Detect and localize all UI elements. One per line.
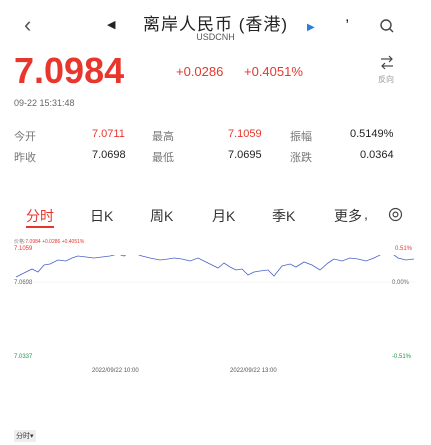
stat-value-high: 7.1059 (228, 128, 262, 140)
swap-icon[interactable] (380, 55, 394, 71)
price-line (15, 255, 415, 278)
time-axis-right: 2022/09/22 13:00 (230, 368, 277, 374)
price-change: +0.0286 (176, 64, 224, 79)
chart-legend: 价格:7.0984 +0.0286 +0.4051% (14, 238, 84, 245)
stat-label-amplitude: 振幅 (290, 131, 312, 143)
stat-label-open: 今开 (14, 131, 36, 143)
tab-monthly-k[interactable]: 月K (212, 206, 235, 226)
stat-value-prev-close: 7.0698 (92, 149, 126, 161)
intraday-price-chart[interactable] (14, 255, 416, 355)
price-change-pct: +0.4051% (244, 64, 303, 79)
stat-value-amplitude: 0.5149% (350, 128, 394, 140)
current-price: 7.0984 (14, 50, 125, 91)
tab-intraday[interactable]: 分时 (26, 206, 54, 226)
stat-label-low: 最低 (152, 152, 174, 164)
search-icon[interactable] (379, 18, 395, 34)
legend-change: +0.0286 (42, 239, 61, 245)
stat-label-prev-close: 昨收 (14, 152, 36, 164)
timestamp: 09-22 15:31:48 (14, 98, 75, 108)
tab-more[interactable]: 更多 (334, 206, 362, 226)
tab-quarterly-k[interactable]: 季K (272, 206, 295, 226)
active-tab-indicator (26, 226, 54, 228)
tab-daily-k[interactable]: 日K (90, 206, 113, 226)
swap-label[interactable]: 反向 (378, 74, 394, 85)
legend-pct: +0.4051% (61, 239, 85, 245)
tab-weekly-k[interactable]: 周K (150, 206, 173, 226)
title-suffix: , (345, 8, 350, 25)
stat-value-low: 7.0695 (228, 149, 262, 161)
stat-value-change: 0.0364 (360, 149, 394, 161)
stat-label-change: 涨跌 (290, 152, 312, 164)
instrument-code: USDCNH (196, 32, 235, 42)
period-selector[interactable]: 分时▾ (14, 430, 36, 442)
settings-icon[interactable] (388, 207, 403, 222)
tabs-suffix: , (364, 206, 368, 222)
pct-axis-top: 0.51% (395, 246, 413, 252)
stat-label-high: 最高 (152, 131, 174, 143)
time-axis-left: 2022/09/22 10:00 (92, 368, 139, 374)
legend-name: 价格: (14, 239, 26, 245)
y-axis-top: 7.1059 (14, 246, 33, 252)
stat-value-open: 7.0711 (92, 128, 125, 140)
legend-price: 7.0984 (25, 239, 41, 245)
